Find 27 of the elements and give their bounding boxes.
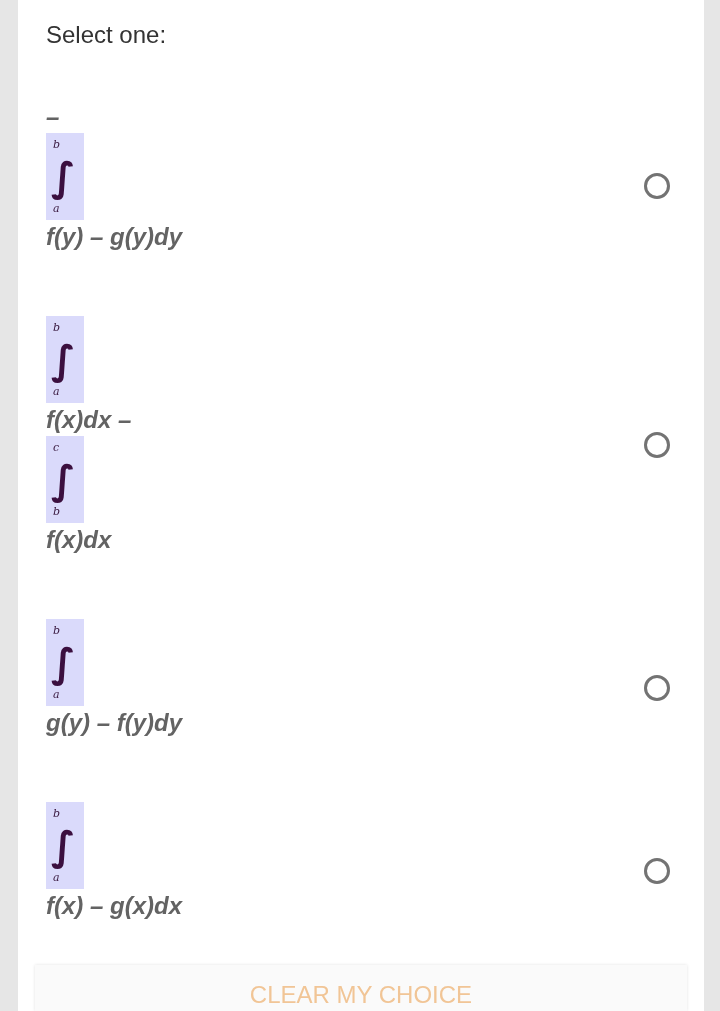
lower-limit: b — [52, 506, 61, 518]
radio-button[interactable] — [644, 172, 670, 199]
upper-limit: b — [52, 808, 61, 820]
upper-limit: b — [52, 139, 61, 151]
radio-button[interactable] — [644, 675, 670, 701]
integral-symbol: ∫ — [51, 456, 76, 505]
lower-limit: a — [52, 386, 60, 398]
lower-limit: a — [52, 689, 60, 701]
formula-text: f(x)dx — [46, 525, 112, 554]
radio-button[interactable] — [644, 858, 670, 884]
lower-limit: a — [52, 872, 60, 884]
formula-text: f(y) – g(y)dy — [46, 222, 182, 251]
formula-text: f(x) – g(x)dx — [46, 891, 182, 920]
upper-limit: b — [52, 625, 61, 637]
integral-symbol: ∫ — [51, 822, 76, 871]
formula-text: f(x)dx – — [46, 405, 132, 434]
upper-limit: c — [52, 442, 60, 454]
integral-symbol: ∫ — [51, 336, 76, 385]
integral-symbol: ∫ — [51, 639, 76, 688]
lower-limit: a — [52, 203, 60, 215]
prompt-text: Select one: — [46, 20, 167, 50]
formula-text: – — [46, 102, 60, 131]
formula-text: g(y) – f(y)dy — [46, 708, 182, 737]
clear-choice-button[interactable]: CLEAR MY CHOICE — [35, 965, 687, 1011]
radio-button[interactable] — [644, 432, 670, 458]
integral-symbol: ∫ — [51, 153, 76, 202]
upper-limit: b — [52, 322, 61, 334]
